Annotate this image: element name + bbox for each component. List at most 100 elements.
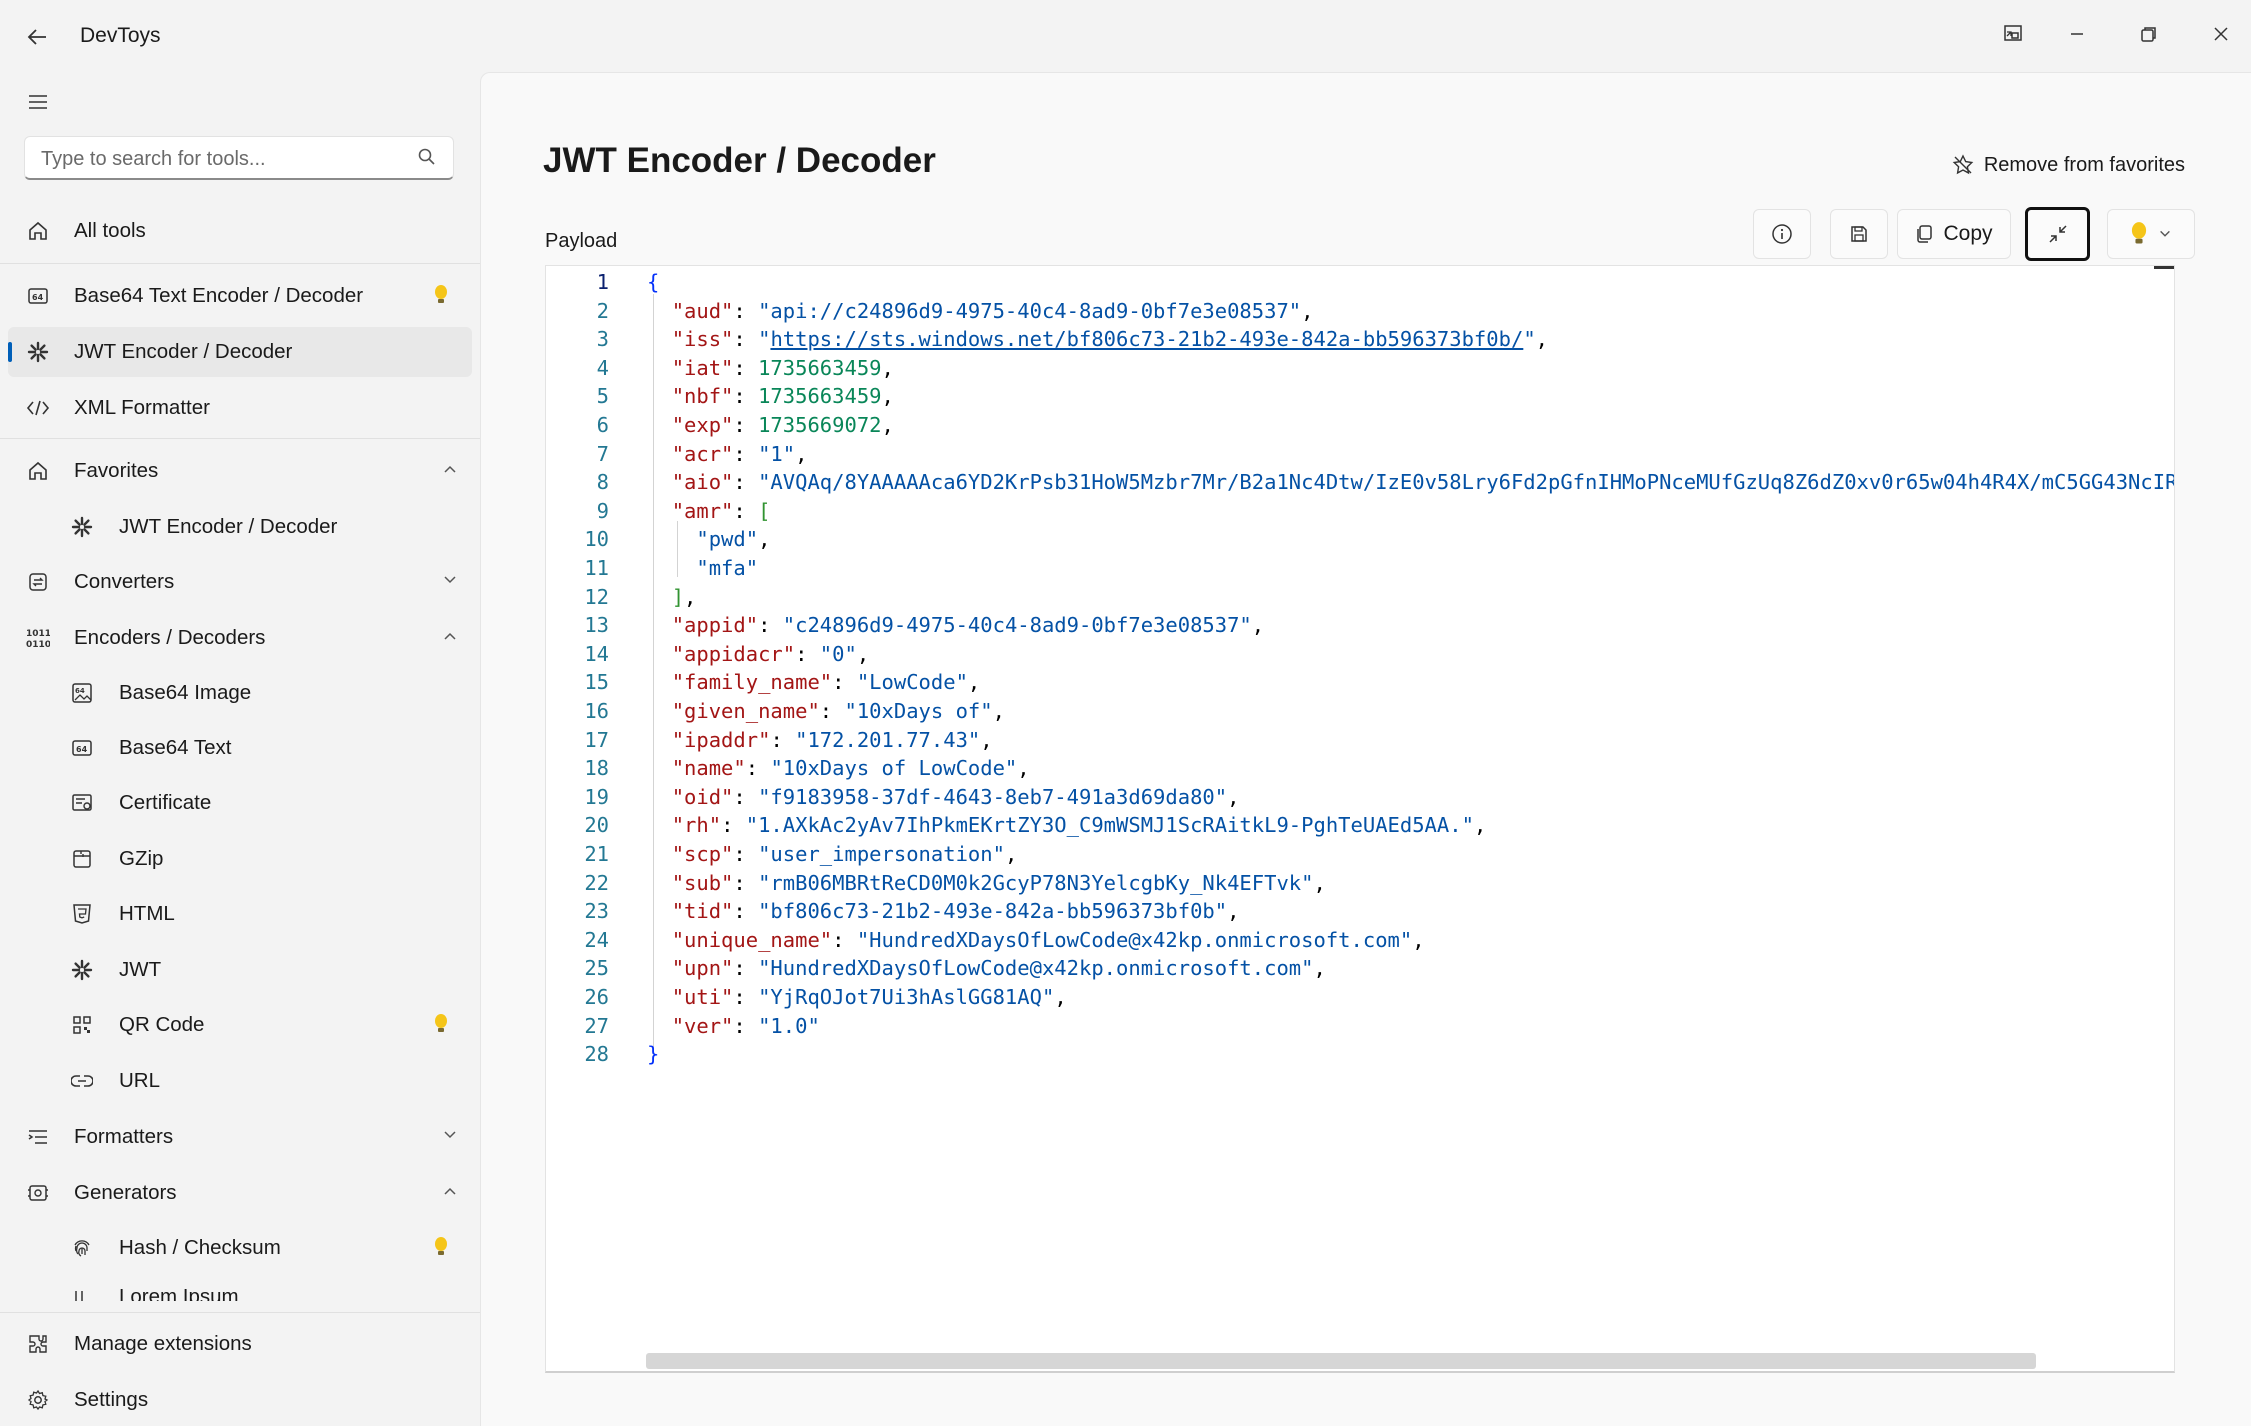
- nav-base64-text-label: Base64 Text: [119, 736, 232, 759]
- nav-base64-image-label: Base64 Image: [119, 681, 252, 704]
- tip-bulb-icon: [434, 1236, 448, 1263]
- back-button[interactable]: [22, 22, 52, 52]
- nav-all-tools[interactable]: All tools: [8, 206, 472, 256]
- nav-generators-label: Generators: [74, 1181, 177, 1204]
- line-number: 27: [584, 1013, 609, 1038]
- search-box[interactable]: [24, 136, 454, 181]
- gear-icon: [26, 1388, 50, 1412]
- overview-ruler-mark: [2154, 266, 2174, 269]
- generators-icon: [26, 1181, 50, 1205]
- divider: [0, 1312, 480, 1313]
- line-number: 16: [584, 699, 609, 723]
- nav-jwt[interactable]: JWT: [8, 945, 472, 995]
- code-line-text: "nbf": 1735663459,: [671, 384, 894, 409]
- nav-jwt-recent-label: JWT Encoder / Decoder: [74, 340, 293, 363]
- code-line-text: "exp": 1735669072,: [671, 413, 894, 437]
- nav-certificate[interactable]: Certificate: [8, 778, 472, 828]
- jwt-icon: [70, 958, 94, 982]
- nav-lorem-ipsum[interactable]: Lorem Ipsum: [8, 1279, 472, 1301]
- nav-html-label: HTML: [119, 902, 175, 925]
- close-icon: [2214, 27, 2228, 41]
- line-number: 25: [584, 956, 609, 981]
- line-number: 24: [584, 927, 609, 952]
- nav-qr-code-label: QR Code: [119, 1013, 205, 1036]
- line-number: 20: [584, 813, 609, 838]
- tip-bulb-icon: [434, 284, 448, 311]
- payload-label: Payload: [545, 230, 618, 252]
- code-line-text: "acr": "1",: [671, 441, 808, 466]
- nav-hash-checksum[interactable]: Hash / Checksum: [8, 1223, 472, 1273]
- remove-favorite-button[interactable]: Remove from favorites: [1952, 145, 2185, 185]
- nav-formatters[interactable]: Formatters: [8, 1112, 472, 1162]
- save-button[interactable]: [1830, 209, 1888, 259]
- info-button[interactable]: [1753, 209, 1811, 259]
- hamburger-icon: [29, 95, 47, 109]
- tip-bulb-icon: [2131, 222, 2147, 244]
- copy-button[interactable]: Copy: [1897, 209, 2011, 259]
- nav-jwt-label: JWT: [119, 958, 162, 981]
- jwt-icon: [26, 340, 50, 364]
- chevron-down-icon: [442, 572, 458, 593]
- nav-base64-text-recent[interactable]: 64 Base64 Text Encoder / Decoder: [8, 271, 472, 321]
- tips-dropdown-button[interactable]: [2107, 209, 2195, 259]
- nav-url[interactable]: URL: [8, 1056, 472, 1106]
- horizontal-scrollbar[interactable]: [646, 1353, 2036, 1369]
- line-number: 1: [596, 270, 609, 294]
- base64-icon: 64: [70, 736, 94, 760]
- nav-encoders-decoders[interactable]: 1011 0110 Encoders / Decoders: [8, 613, 472, 663]
- line-number: 2: [596, 298, 609, 323]
- nav-encoders-decoders-label: Encoders / Decoders: [74, 626, 266, 649]
- nav-jwt-recent[interactable]: JWT Encoder / Decoder: [8, 327, 472, 377]
- compact-overlay-button[interactable]: [1983, 10, 2043, 58]
- minimize-button[interactable]: [2047, 10, 2107, 58]
- restore-button[interactable]: [2119, 10, 2179, 58]
- sidebar: All tools 64 Base64 Text Encoder / Decod…: [0, 72, 480, 1426]
- selection-indicator: [8, 342, 12, 362]
- search-icon[interactable]: [417, 147, 437, 167]
- code-line-text: "ver": "1.0": [671, 1013, 820, 1038]
- nav-qr-code[interactable]: QR Code: [8, 1000, 472, 1050]
- line-number: 28: [584, 1042, 609, 1067]
- nav-html[interactable]: HTML: [8, 889, 472, 939]
- back-arrow-icon: [27, 29, 46, 45]
- chevron-up-icon: [442, 1183, 458, 1204]
- chevron-down-icon: [2160, 230, 2170, 237]
- search-input[interactable]: [39, 137, 403, 181]
- nav-settings-label: Settings: [74, 1388, 149, 1411]
- nav-xml-formatter-recent[interactable]: XML Formatter: [8, 383, 472, 433]
- code-line-text: {: [647, 270, 660, 294]
- line-number: 15: [584, 670, 609, 695]
- code-line-text: "ipaddr": "172.201.77.43",: [671, 727, 993, 752]
- app-title: DevToys: [80, 24, 161, 47]
- gzip-icon: [70, 847, 94, 871]
- nav-favorite-jwt[interactable]: JWT Encoder / Decoder: [8, 502, 472, 552]
- nav-base64-image[interactable]: 64 Base64 Image: [8, 668, 472, 718]
- code-line-text: "rh": "1.AXkAc2yAv7IhPkmEKrtZY3O_C9mWSMJ…: [671, 813, 1487, 838]
- menu-toggle-button[interactable]: [22, 86, 54, 118]
- nav-generators[interactable]: Generators: [8, 1168, 472, 1218]
- chevron-up-icon: [442, 628, 458, 649]
- home-icon: [26, 459, 50, 483]
- code-line-text: "mfa": [696, 556, 759, 580]
- code-line-text: "scp": "user_impersonation",: [671, 842, 1018, 866]
- nav-settings[interactable]: Settings: [8, 1375, 472, 1425]
- nav-formatters-label: Formatters: [74, 1125, 174, 1148]
- nav-lorem-ipsum-label: Lorem Ipsum: [119, 1285, 239, 1301]
- nav-gzip-label: GZip: [119, 847, 164, 870]
- nav-manage-extensions[interactable]: Manage extensions: [8, 1319, 472, 1369]
- nav-xml-formatter-recent-label: XML Formatter: [74, 396, 210, 419]
- line-number: 17: [584, 727, 609, 752]
- nav-converters[interactable]: Converters: [8, 557, 472, 607]
- save-icon: [1851, 226, 1867, 242]
- close-button[interactable]: [2191, 10, 2251, 58]
- nav-base64-text[interactable]: 64 Base64 Text: [8, 723, 472, 773]
- nav-gzip[interactable]: GZip: [8, 834, 472, 884]
- payload-editor[interactable]: 1 {2 "aud": "api://c24896d9-4975-40c4-8ad…: [545, 265, 2175, 1373]
- code-line-text: "tid": "bf806c73-21b2-493e-842a-bb596373…: [671, 899, 1240, 924]
- nav-favorites[interactable]: Favorites: [8, 446, 472, 496]
- home-icon: [26, 219, 50, 243]
- code-icon: [26, 396, 50, 420]
- code-line-text: }: [647, 1042, 660, 1067]
- code-line-text: "uti": "YjRqOJot7Ui3hAslGG81AQ",: [671, 985, 1067, 1009]
- collapse-editor-button[interactable]: [2025, 207, 2090, 261]
